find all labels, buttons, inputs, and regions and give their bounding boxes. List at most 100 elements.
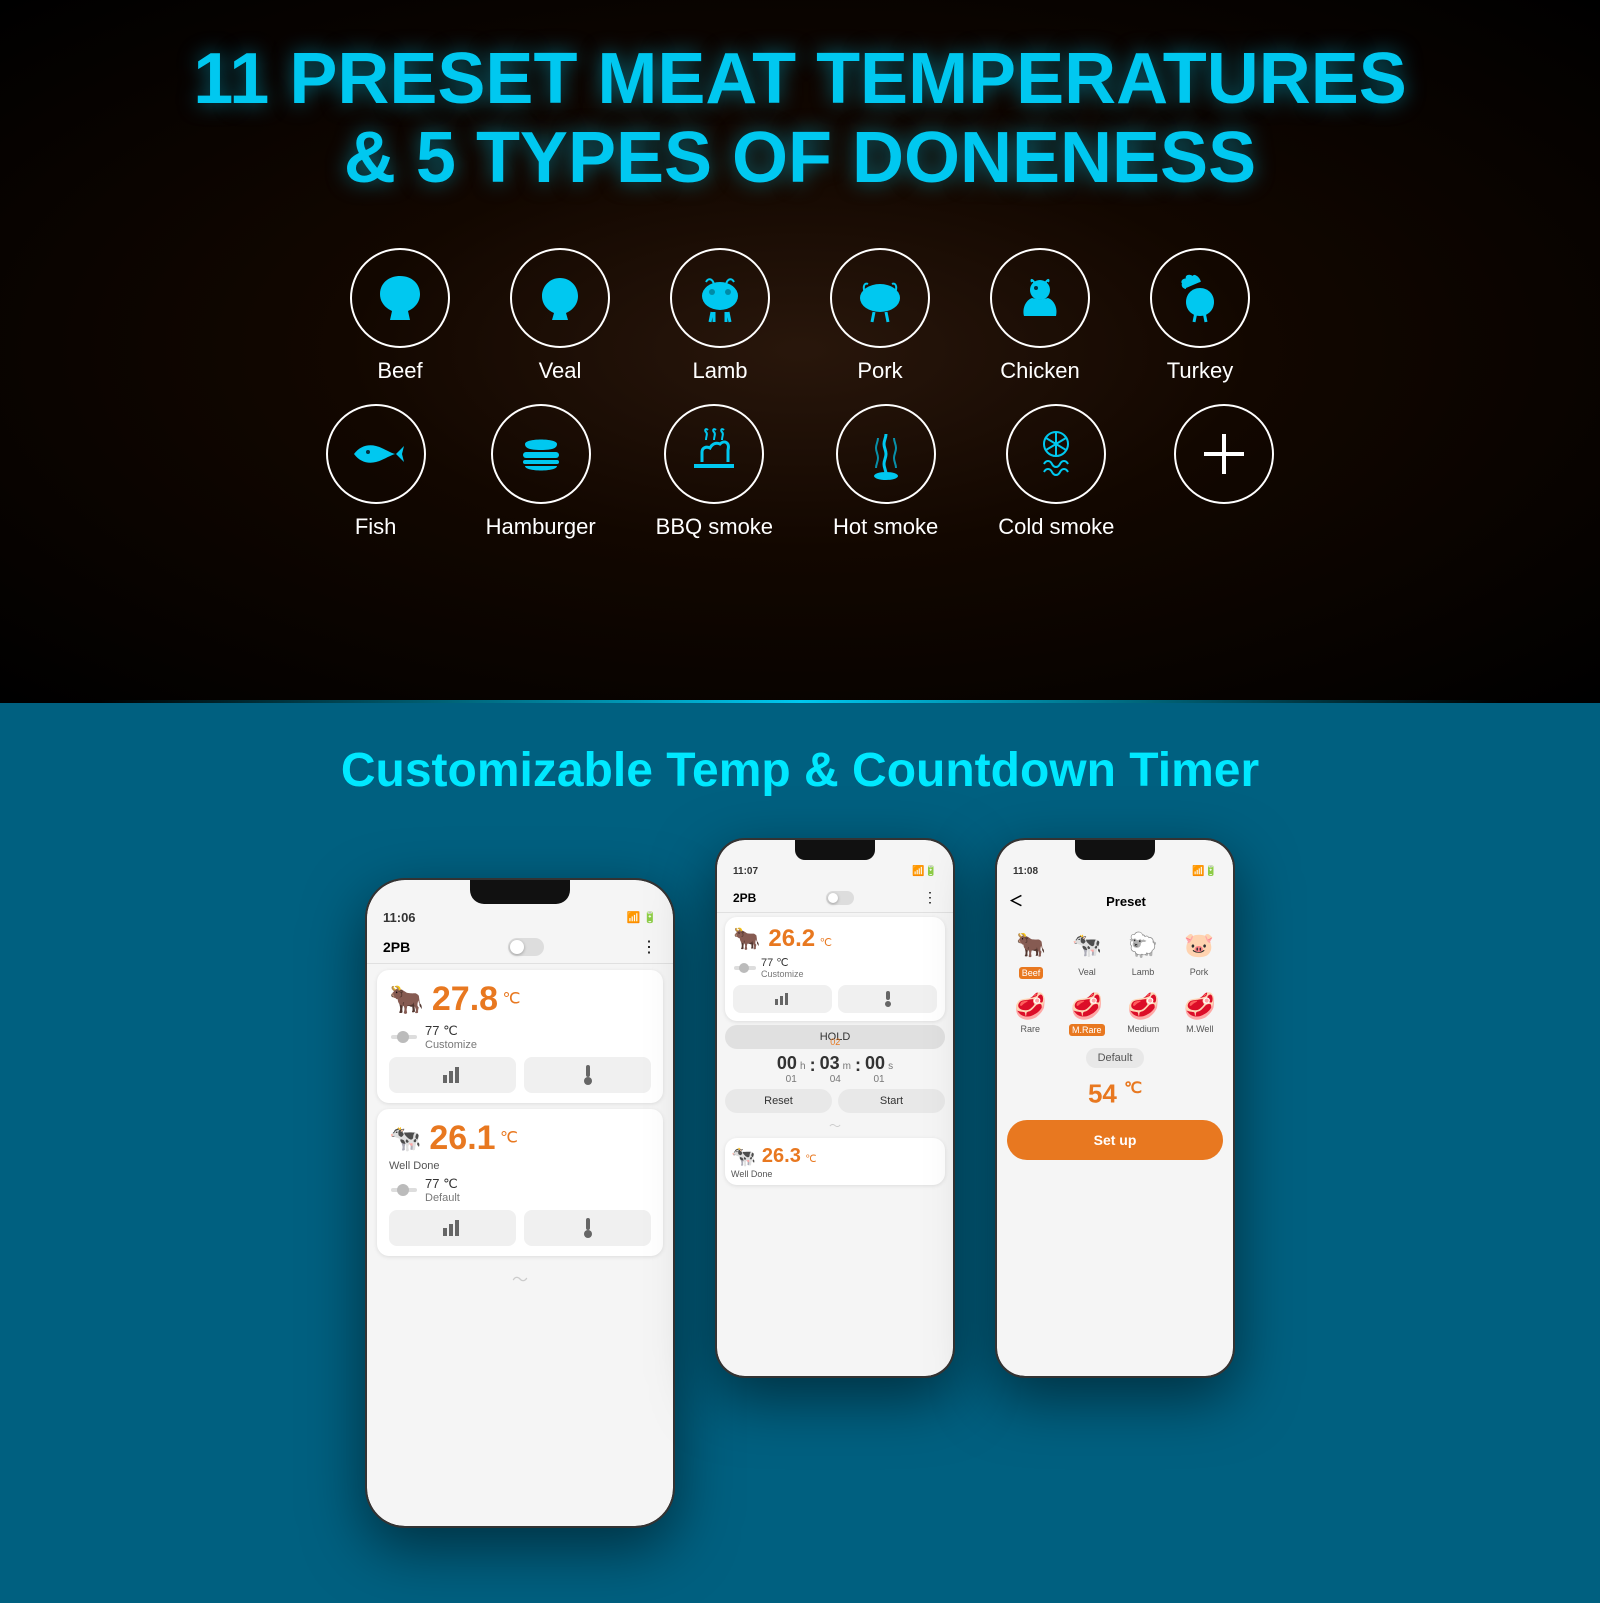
probe1-card: 🐂 27.8 ℃ 77 ℃ Customize: [377, 970, 663, 1103]
icons-row-2: Fish Hamburger: [326, 404, 1275, 540]
phones-container: 11:06 📶 🔋 2PB ⋮ 🐂 27.8: [60, 838, 1540, 1528]
meat-icons-grid: Beef Veal: [60, 248, 1540, 540]
phone-middle: 11:07 📶🔋 2PB ⋮ 🐂 26.2 ℃: [715, 838, 955, 1378]
middle-probe1-icon: 🐂: [733, 926, 760, 952]
default-badge: Default: [1086, 1048, 1145, 1068]
preset-temp-unit: ℃: [1124, 1080, 1142, 1097]
timer-row: 00 h 01 : 02 03 m 04 : 00 s: [727, 1053, 943, 1085]
middle-probe2-temp: 26.3: [762, 1145, 801, 1167]
probe1-set-label: Customize: [425, 1039, 477, 1051]
middle-menu-icon[interactable]: ⋮: [923, 889, 937, 906]
probe2-graph-btn[interactable]: [389, 1210, 516, 1246]
probe1-animal-icon: 🐂: [389, 983, 424, 1016]
phone-large: 11:06 📶 🔋 2PB ⋮ 🐂 27.8: [365, 878, 675, 1528]
beef-label: Beef: [377, 358, 422, 384]
preset-lamb[interactable]: 🐑 Lamb: [1117, 925, 1169, 979]
phone-large-screen: 11:06 📶 🔋 2PB ⋮ 🐂 27.8: [367, 880, 673, 1526]
cold-smoke-circle: [1006, 404, 1106, 504]
hot-smoke-label: Hot smoke: [833, 514, 938, 540]
app-name-large: 2PB: [383, 939, 410, 955]
doneness-m-well-label: M.Well: [1186, 1024, 1213, 1034]
icons-row-1: Beef Veal: [350, 248, 1250, 384]
middle-status-icons: 📶🔋: [912, 866, 937, 877]
start-button[interactable]: Start: [838, 1089, 945, 1113]
middle-probe2-unit: ℃: [805, 1154, 816, 1165]
preset-beef[interactable]: 🐂 Beef: [1005, 925, 1057, 979]
probe1-unit: ℃: [503, 991, 521, 1008]
plus-label: [1221, 514, 1227, 540]
setup-button[interactable]: Set up: [1007, 1120, 1223, 1160]
menu-icon[interactable]: ⋮: [641, 937, 657, 957]
middle-toggle[interactable]: [826, 891, 854, 905]
probe2-temp-btn[interactable]: [524, 1210, 651, 1246]
fish-label: Fish: [355, 514, 397, 540]
meat-fish: Fish: [326, 404, 426, 540]
meat-hot-smoke: Hot smoke: [833, 404, 938, 540]
toggle-wrap[interactable]: [508, 938, 544, 956]
cold-smoke-label: Cold smoke: [998, 514, 1114, 540]
doneness-medium[interactable]: 🥩 Medium: [1118, 991, 1169, 1036]
middle-temp-btn[interactable]: [838, 985, 937, 1013]
back-button[interactable]: ＜: [1009, 891, 1023, 911]
middle-probe2-card: 🐄 26.3 ℃ Well Done: [725, 1138, 945, 1185]
fish-circle: [326, 404, 426, 504]
probe2-unit: ℃: [500, 1130, 518, 1147]
probe2-set-label: Default: [425, 1192, 460, 1204]
plus-circle[interactable]: [1174, 404, 1274, 504]
bbq-circle: [664, 404, 764, 504]
probe2-card: 🐄 26.1 ℃ Well Done 77 ℃ Default: [377, 1109, 663, 1256]
status-icons: 📶 🔋: [627, 911, 657, 924]
scroll-indicator: 〜: [367, 1266, 673, 1290]
probe1-temp-btn[interactable]: [524, 1057, 651, 1093]
veal-label: Veal: [539, 358, 582, 384]
middle-probe-unit: ℃: [820, 937, 832, 949]
timer-minutes-sub: 04: [820, 1074, 851, 1085]
preset-temp-val: 54: [1088, 1079, 1117, 1109]
hamburger-label: Hamburger: [486, 514, 596, 540]
middle-probe-temp: 26.2: [768, 925, 815, 952]
preset-temperature: 54 ℃: [997, 1074, 1233, 1114]
doneness-m-rare[interactable]: 🥩 M.Rare: [1062, 991, 1113, 1036]
middle-time: 11:07: [733, 866, 758, 877]
doneness-medium-label: Medium: [1127, 1024, 1159, 1034]
middle-set-val: 77 ℃: [761, 956, 804, 969]
middle-app-name: 2PB: [733, 891, 756, 905]
timer-buttons: Reset Start: [725, 1089, 945, 1113]
reset-button[interactable]: Reset: [725, 1089, 832, 1113]
timer-hours: 00: [777, 1053, 797, 1073]
probe2-set-val: 77 ℃: [425, 1176, 460, 1192]
probe1-graph-btn[interactable]: [389, 1057, 516, 1093]
timer-m-top: 02: [830, 1037, 840, 1047]
preset-veal-label: Veal: [1078, 967, 1096, 977]
phone-right-screen: 11:08 📶🔋 ＜ Preset 🐂 Beef 🐄 Veal: [997, 840, 1233, 1376]
doneness-rare[interactable]: 🥩 Rare: [1005, 991, 1056, 1036]
phone-large-header: 2PB ⋮: [367, 931, 673, 964]
middle-scroll: 〜: [717, 1117, 953, 1134]
probe2-animal-icon: 🐄: [389, 1123, 421, 1154]
phone-right: 11:08 📶🔋 ＜ Preset 🐂 Beef 🐄 Veal: [995, 838, 1235, 1378]
meat-lamb: Lamb: [670, 248, 770, 384]
doneness-m-well[interactable]: 🥩 M.Well: [1175, 991, 1226, 1036]
middle-probe2-icon: 🐄: [731, 1144, 756, 1169]
right-time: 11:08: [1013, 866, 1038, 877]
phone-large-status: 11:06 📶 🔋: [367, 904, 673, 931]
timer-hours-sub: 01: [777, 1074, 806, 1085]
preset-meat-grid: 🐂 Beef 🐄 Veal 🐑 Lamb 🐷 Pork: [997, 919, 1233, 985]
preset-veal[interactable]: 🐄 Veal: [1061, 925, 1113, 979]
probe2-temperature: 26.1: [429, 1119, 495, 1157]
veal-circle: [510, 248, 610, 348]
chicken-label: Chicken: [1000, 358, 1079, 384]
middle-probe2-doneness: Well Done: [731, 1169, 939, 1179]
probe1-set-val: 77 ℃: [425, 1023, 477, 1039]
preset-pork[interactable]: 🐷 Pork: [1173, 925, 1225, 979]
meat-custom: [1174, 404, 1274, 540]
middle-graph-btn[interactable]: [733, 985, 832, 1013]
preset-beef-label: Beef: [1019, 967, 1044, 979]
bottom-section: Customizable Temp & Countdown Timer 11:0…: [0, 703, 1600, 1603]
phone-large-notch: [470, 880, 570, 904]
phone-right-status: 11:08 📶🔋: [997, 860, 1233, 883]
top-section: 11 PRESET MEAT TEMPERATURES & 5 TYPES OF…: [0, 0, 1600, 700]
probe2-doneness: Well Done: [389, 1160, 651, 1172]
middle-set-label: Customize: [761, 969, 804, 979]
meat-pork: Pork: [830, 248, 930, 384]
